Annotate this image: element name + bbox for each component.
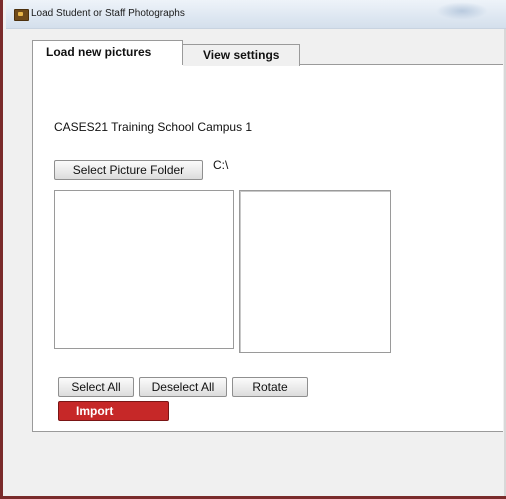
title-bar[interactable]: Load Student or Staff Photographs <box>6 0 506 29</box>
select-all-button[interactable]: Select All <box>58 377 134 397</box>
folder-path-label: C:\ <box>213 158 229 172</box>
window-title: Load Student or Staff Photographs <box>31 8 185 19</box>
school-name-label: CASES21 Training School Campus 1 <box>54 120 253 134</box>
tab-load-new-pictures[interactable]: Load new pictures <box>32 40 183 65</box>
picture-file-list[interactable] <box>54 190 234 349</box>
import-button[interactable]: Import <box>58 401 169 421</box>
rotate-button[interactable]: Rotate <box>232 377 308 397</box>
folder-photo-icon <box>14 9 29 21</box>
select-picture-folder-button[interactable]: Select Picture Folder <box>54 160 203 180</box>
deselect-all-button[interactable]: Deselect All <box>139 377 227 397</box>
picture-preview <box>239 190 391 353</box>
tab-view-settings[interactable]: View settings <box>183 44 300 66</box>
